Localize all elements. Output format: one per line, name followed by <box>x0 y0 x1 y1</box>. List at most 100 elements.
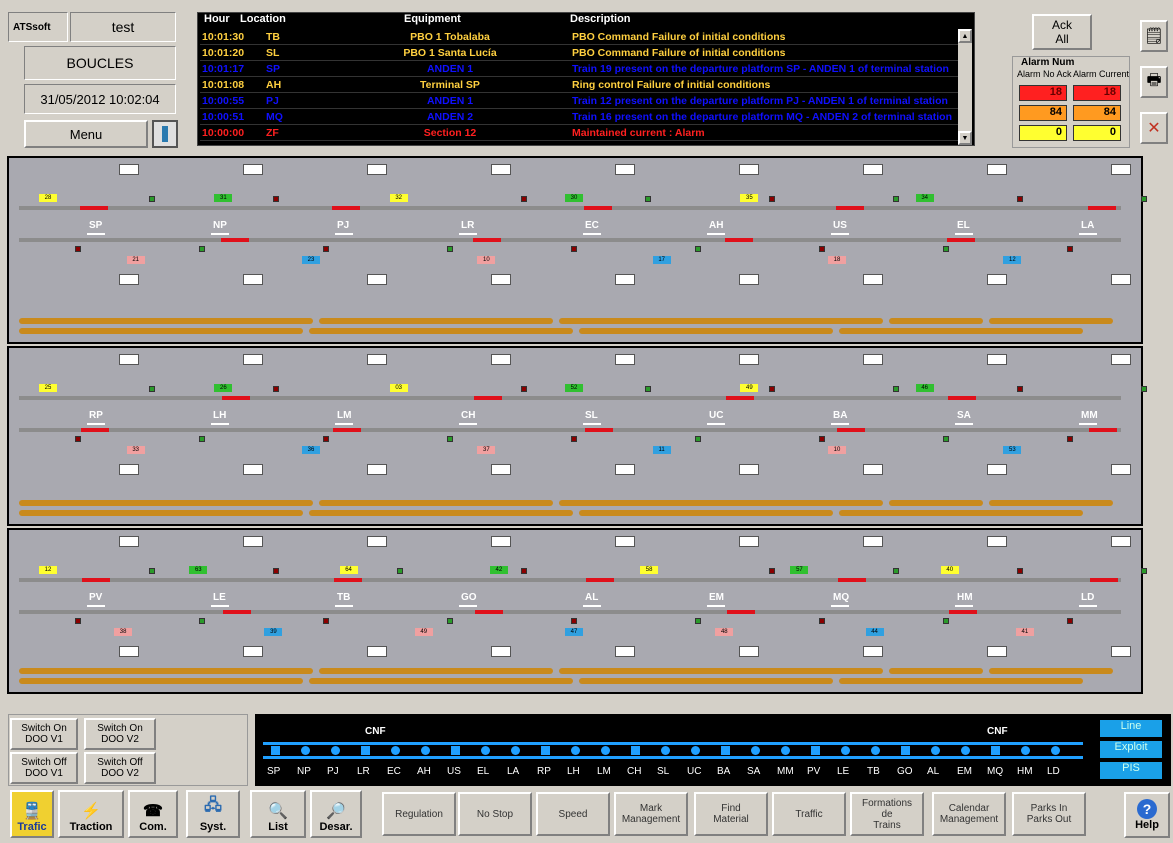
exploit-view-button[interactable]: Exploit <box>1100 741 1162 758</box>
section-bar[interactable] <box>839 328 1083 334</box>
station-label-mm[interactable]: MM <box>1081 410 1098 421</box>
line-station-dot[interactable] <box>811 746 820 755</box>
function-button-no-stop[interactable]: No Stop <box>458 792 532 836</box>
section-bar[interactable] <box>309 510 573 516</box>
section-bar[interactable] <box>889 668 983 674</box>
train-tag[interactable]: 52 <box>565 384 583 392</box>
occupied-section[interactable] <box>222 396 250 400</box>
train-tag[interactable]: 48 <box>715 628 734 636</box>
section-bar[interactable] <box>319 318 553 324</box>
signal-icon[interactable] <box>1141 568 1147 574</box>
signal-icon[interactable] <box>819 246 825 252</box>
equipment-box[interactable] <box>491 464 511 475</box>
equipment-box[interactable] <box>863 164 883 175</box>
line-station-dot[interactable] <box>1051 746 1060 755</box>
station-label-mq[interactable]: MQ <box>833 592 849 603</box>
equipment-box[interactable] <box>491 274 511 285</box>
equipment-box[interactable] <box>243 646 263 657</box>
station-label-lh[interactable]: LH <box>213 410 226 421</box>
station-label-le[interactable]: LE <box>213 592 226 603</box>
equipment-box[interactable] <box>863 354 883 365</box>
section-bar[interactable] <box>319 500 553 506</box>
occupied-section[interactable] <box>334 578 362 582</box>
alarm-table[interactable]: Hour Location Equipment Description 10:0… <box>197 12 975 146</box>
equipment-box[interactable] <box>739 536 759 547</box>
train-tag[interactable]: 32 <box>389 194 408 202</box>
signal-icon[interactable] <box>769 386 775 392</box>
function-button-speed[interactable]: Speed <box>536 792 610 836</box>
station-label-sp[interactable]: SP <box>89 220 102 231</box>
signal-icon[interactable] <box>323 618 329 624</box>
signal-icon[interactable] <box>521 386 527 392</box>
signal-icon[interactable] <box>521 568 527 574</box>
occupied-section[interactable] <box>586 578 614 582</box>
equipment-box[interactable] <box>615 164 635 175</box>
equipment-box[interactable] <box>1111 536 1131 547</box>
section-bar[interactable] <box>839 678 1083 684</box>
signal-icon[interactable] <box>447 436 453 442</box>
com-button[interactable]: ☎ Com. <box>128 790 178 838</box>
function-button-calendar-management[interactable]: Calendar Management <box>932 792 1006 836</box>
signal-icon[interactable] <box>893 196 899 202</box>
line-station-dot[interactable] <box>961 746 970 755</box>
train-tag[interactable]: 23 <box>302 256 320 264</box>
section-bar[interactable] <box>19 678 303 684</box>
signal-icon[interactable] <box>943 618 949 624</box>
alarm-scrollbar[interactable]: ▲ ▼ <box>958 29 972 145</box>
line-station-dot[interactable] <box>271 746 280 755</box>
train-tag[interactable]: 33 <box>126 446 145 454</box>
occupied-section[interactable] <box>725 238 753 242</box>
equipment-box[interactable] <box>739 274 759 285</box>
train-tag[interactable]: 25 <box>39 384 57 392</box>
equipment-box[interactable] <box>367 164 387 175</box>
line-station-dot[interactable] <box>541 746 550 755</box>
equipment-box[interactable] <box>243 274 263 285</box>
signal-icon[interactable] <box>149 568 155 574</box>
signal-icon[interactable] <box>1017 196 1023 202</box>
train-tag[interactable]: 03 <box>389 384 408 392</box>
line-station-dot[interactable] <box>721 746 730 755</box>
train-tag[interactable]: 21 <box>126 256 145 264</box>
station-label-lm[interactable]: LM <box>337 410 351 421</box>
equipment-box[interactable] <box>1111 274 1131 285</box>
occupied-section[interactable] <box>585 428 613 432</box>
station-label-em[interactable]: EM <box>709 592 724 603</box>
station-label-pj[interactable]: PJ <box>337 220 349 231</box>
track-panel-2[interactable]: RP LH LM CH SL UC BA SA MM 25 33 26 36 03 37 52 11 49 10 46… <box>7 346 1147 526</box>
equipment-box[interactable] <box>987 464 1007 475</box>
equipment-box[interactable] <box>491 354 511 365</box>
train-tag[interactable]: 44 <box>865 628 884 636</box>
equipment-box[interactable] <box>243 164 263 175</box>
signal-icon[interactable] <box>273 568 279 574</box>
section-bar[interactable] <box>319 668 553 674</box>
equipment-box[interactable] <box>243 536 263 547</box>
train-tag[interactable]: 63 <box>189 566 208 574</box>
equipment-box[interactable] <box>119 646 139 657</box>
station-label-el[interactable]: EL <box>957 220 970 231</box>
equipment-box[interactable] <box>987 164 1007 175</box>
switch-on-doo-v2-button[interactable]: Switch On DOO V2 <box>84 718 156 750</box>
signal-icon[interactable] <box>1017 386 1023 392</box>
equipment-box[interactable] <box>615 536 635 547</box>
equipment-box[interactable] <box>367 536 387 547</box>
occupied-section[interactable] <box>1090 578 1118 582</box>
equipment-box[interactable] <box>739 646 759 657</box>
station-label-tb[interactable]: TB <box>337 592 350 603</box>
signal-icon[interactable] <box>447 246 453 252</box>
signal-icon[interactable] <box>819 618 825 624</box>
line-station-dot[interactable] <box>691 746 700 755</box>
line-station-dot[interactable] <box>1021 746 1030 755</box>
train-tag[interactable]: 57 <box>790 566 809 574</box>
signal-icon[interactable] <box>323 246 329 252</box>
equipment-box[interactable] <box>1111 164 1131 175</box>
occupied-section[interactable] <box>1088 206 1116 210</box>
train-tag[interactable]: 37 <box>477 446 496 454</box>
station-label-us[interactable]: US <box>833 220 847 231</box>
equipment-box[interactable] <box>987 274 1007 285</box>
printer-icon[interactable]: 🖶 <box>1140 66 1168 98</box>
equipment-box[interactable] <box>863 464 883 475</box>
train-tag[interactable]: 12 <box>39 566 57 574</box>
line-station-dot[interactable] <box>661 746 670 755</box>
signal-icon[interactable] <box>149 386 155 392</box>
section-bar[interactable] <box>989 500 1113 506</box>
